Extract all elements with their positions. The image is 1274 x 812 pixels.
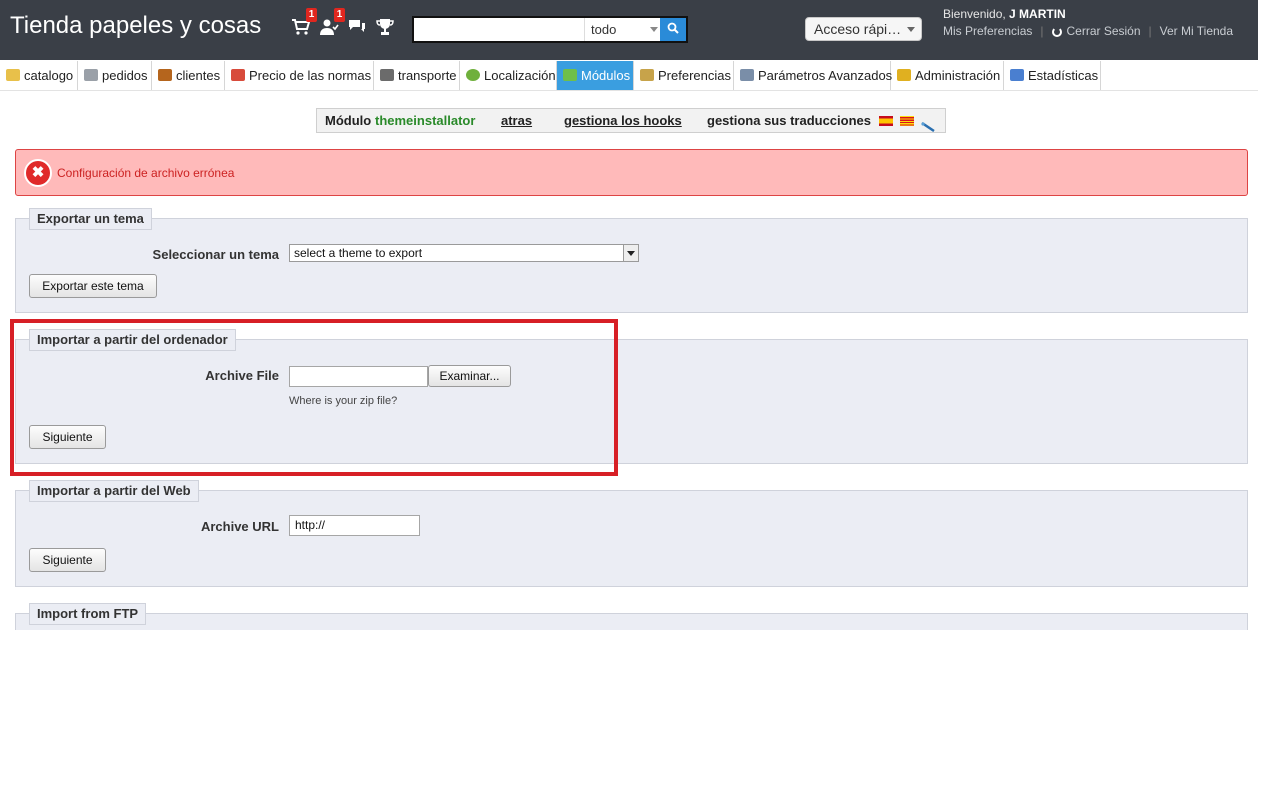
import-computer-section: Archive File Examinar... Where is your z… [15,339,1248,464]
key-icon [897,69,911,81]
archive-url-label: Archive URL [200,519,279,534]
tab-transporte[interactable]: transporte [374,61,460,90]
trophy-icon[interactable] [374,18,396,40]
tab-precio-normas[interactable]: Precio de las normas [225,61,374,90]
import-ftp-section [15,613,1248,630]
preferences-icon [640,69,654,81]
module-toolbar: Módulo themeinstallator atras gestiona l… [316,108,946,133]
chevron-down-icon [623,245,638,261]
power-icon [1051,27,1062,37]
import-web-section: Archive URL http:// Siguiente [15,490,1248,587]
tab-label: Estadísticas [1028,68,1099,83]
tab-localizacion[interactable]: Localización [460,61,557,90]
select-theme-label: Seleccionar un tema [152,247,279,262]
welcome-text: Bienvenido, J MARTIN [943,7,1066,21]
manage-hooks-link[interactable]: gestiona los hooks [564,109,682,132]
search-scope-select[interactable]: todo [584,18,662,41]
shop-title[interactable]: Tienda papeles y cosas [10,12,261,40]
tab-pedidos[interactable]: pedidos [78,61,152,90]
search-button[interactable] [660,18,686,41]
translation-tool-icon[interactable] [921,116,935,133]
top-header: Tienda papeles y cosas 1 1 todo Acceso r… [0,0,1258,60]
manage-translations-label: gestiona sus traducciones [707,113,871,128]
wrench-icon [740,69,754,81]
stats-icon [1010,69,1024,81]
search-bar: todo [412,16,688,43]
error-icon: ✖ [24,159,52,187]
tab-catalogo[interactable]: catalogo [0,61,78,90]
archive-url-input[interactable]: http:// [289,515,420,536]
next-button[interactable]: Siguiente [29,425,106,449]
tab-clientes[interactable]: clientes [152,61,225,90]
main-menu: catalogo pedidos clientes Precio de las … [0,61,1258,91]
spanish-flag-icon[interactable] [879,116,893,126]
zip-file-hint: Where is your zip file? [289,395,398,407]
archive-file-label: Archive File [205,368,279,383]
tab-label: Administración [915,68,1001,83]
link-separator: | [1040,24,1044,38]
user-name: J MARTIN [1009,7,1066,21]
search-icon [667,22,679,34]
tab-estadisticas[interactable]: Estadísticas [1004,61,1101,90]
tab-label: pedidos [102,68,148,83]
my-preferences-link[interactable]: Mis Preferencias [943,24,1032,38]
globe-icon [466,69,480,81]
tab-parametros-avanzados[interactable]: Parámetros Avanzados [734,61,893,90]
tab-label: Localización [484,68,556,83]
price-rules-icon [231,69,245,81]
customers-badge: 1 [334,8,345,22]
browse-button[interactable]: Examinar... [428,365,511,387]
chevron-down-icon [650,27,658,32]
truck-icon [380,69,394,81]
theme-select[interactable]: select a theme to export [289,244,639,262]
export-theme-button[interactable]: Exportar este tema [29,274,157,298]
tab-label: Módulos [581,68,631,83]
catalan-flag-icon[interactable] [900,116,914,126]
tab-label: clientes [176,68,221,83]
import-web-legend: Importar a partir del Web [29,480,199,502]
back-link[interactable]: atras [501,109,532,132]
module-prefix: Módulo [325,113,372,128]
chevron-down-icon [907,27,915,32]
tab-label: Precio de las normas [249,68,372,83]
error-alert: ✖ Configuración de archivo errónea [15,149,1248,196]
welcome-prefix: Bienvenido, [943,7,1010,21]
quick-access-label: Acceso rápi… [814,21,902,37]
import-ftp-legend: Import from FTP [29,603,147,625]
header-links: Mis Preferencias | Cerrar Sesión | Ver Mi Ti… [943,24,1233,38]
link-separator: | [1148,24,1152,38]
user-icon [158,69,172,81]
tab-label: transporte [398,68,457,83]
tab-label: Parámetros Avanzados [758,68,893,83]
error-message: Configuración de archivo errónea [57,166,235,180]
export-theme-legend: Exportar un tema [29,208,152,230]
search-scope-value: todo [591,22,617,37]
tab-label: Preferencias [658,68,731,83]
next-button[interactable]: Siguiente [29,548,106,572]
cart-icon [84,69,98,81]
tab-preferencias[interactable]: Preferencias [634,61,734,90]
view-shop-link[interactable]: Ver Mi Tienda [1160,24,1233,38]
tab-administracion[interactable]: Administración [891,61,1004,90]
folder-icon [6,69,20,81]
puzzle-icon [563,69,577,81]
tab-modulos[interactable]: Módulos [557,61,634,90]
import-computer-legend: Importar a partir del ordenador [29,329,236,351]
theme-select-value: select a theme to export [294,246,423,260]
logout-link[interactable]: Cerrar Sesión [1067,24,1141,38]
search-input[interactable] [414,18,584,41]
orders-badge: 1 [306,8,317,22]
module-name: themeinstallator [375,113,476,128]
export-theme-section: Seleccionar un tema select a theme to ex… [15,218,1248,313]
tab-label: catalogo [24,68,74,83]
archive-file-input[interactable] [289,366,428,387]
quick-access-select[interactable]: Acceso rápi… [805,17,922,41]
messages-icon[interactable] [346,18,368,40]
